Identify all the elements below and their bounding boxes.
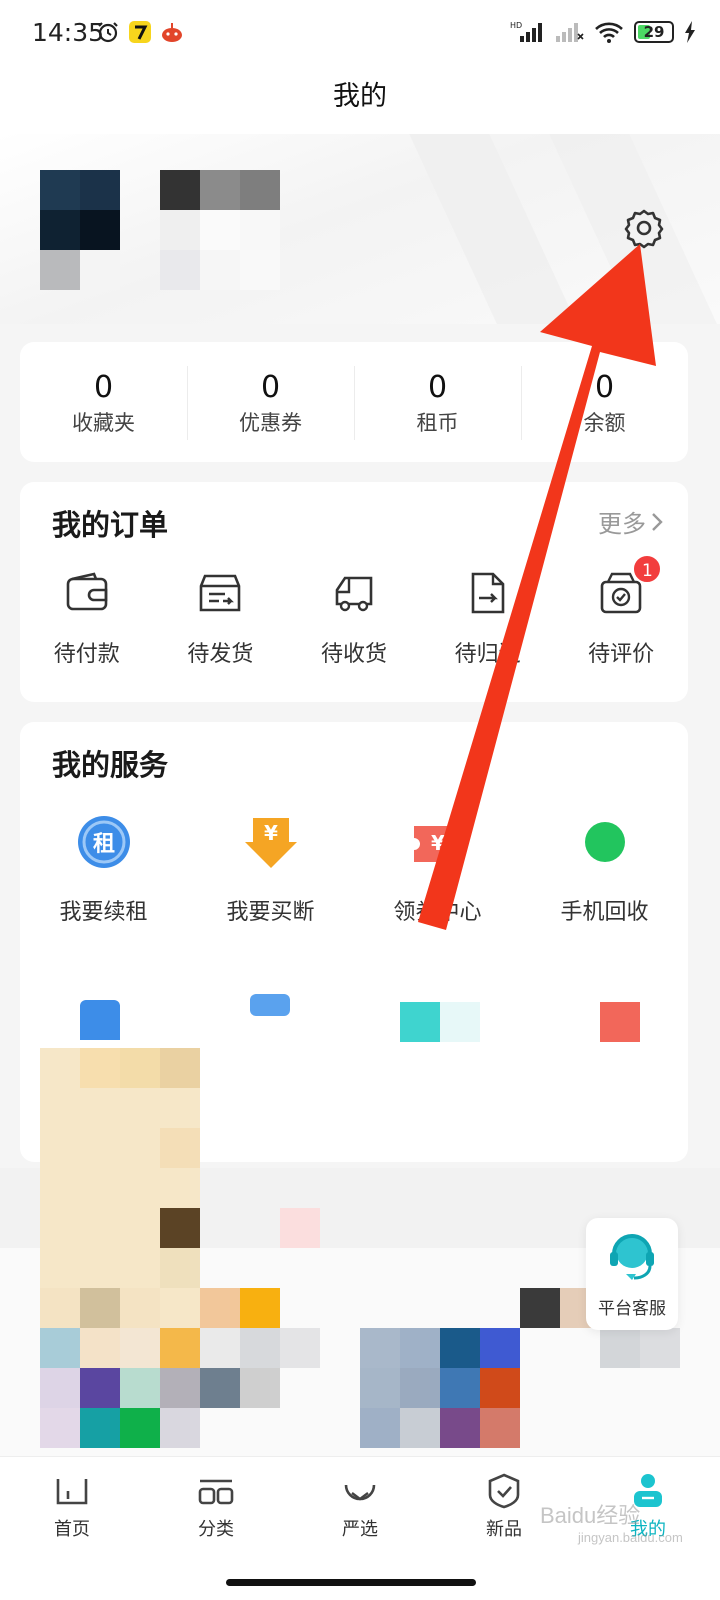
stat-label: 优惠券: [239, 411, 302, 435]
service-label: 领券中心: [393, 900, 482, 925]
buyout-icon-text: ¥: [264, 821, 278, 845]
order-pending-payment[interactable]: 待付款: [20, 570, 154, 668]
app-icon: [162, 23, 182, 42]
chevron-right-icon: [652, 512, 663, 531]
status-time: 14:35: [32, 18, 105, 47]
order-pending-receipt[interactable]: 待收货: [287, 570, 421, 668]
coupon-icon-text: ¥: [431, 831, 445, 855]
service-items: 租 我要续租 ¥ 我要买断 ¥ 领券中心 手机回收: [20, 814, 688, 926]
battery-icon: 29: [634, 21, 674, 43]
signal-icon: [556, 23, 584, 42]
category-icon: [198, 1479, 234, 1505]
order-label: 待付款: [53, 642, 120, 667]
wallet-icon: [66, 572, 108, 611]
username-blurred: [160, 170, 280, 290]
service-label: 我要续租: [59, 900, 148, 925]
service-label: 手机回收: [560, 900, 649, 925]
buyout-icon: ¥: [244, 818, 297, 868]
renew-icon-text: 租: [92, 832, 114, 857]
status-right: HD 29: [510, 20, 696, 44]
watermark-sub: jingyan.baidu.com: [578, 1530, 683, 1545]
stats-card: 0 收藏夹 0 优惠券 0 租币 0 余额: [20, 342, 688, 462]
svg-text:HD: HD: [510, 21, 522, 30]
orders-more-link[interactable]: 更多: [598, 504, 664, 539]
header-decoration: [409, 134, 717, 324]
nav-category[interactable]: 分类: [144, 1471, 288, 1541]
box-icon: [200, 574, 241, 612]
nav-select[interactable]: 严选: [288, 1471, 432, 1541]
service-phone-recycle[interactable]: 手机回收: [521, 814, 688, 926]
services-title: 我的服务: [52, 748, 169, 782]
hd-signal-icon: HD: [510, 21, 542, 42]
order-items: 待付款 待发货 待收货 待归还 1 待评价: [20, 554, 688, 668]
service-coupon-center[interactable]: ¥ 领券中心: [354, 814, 521, 926]
nav-label: 严选: [342, 1519, 378, 1540]
headset-icon: [610, 1234, 654, 1280]
customer-service-button[interactable]: 平台客服: [586, 1218, 678, 1330]
profile-header: [0, 134, 720, 324]
order-label: 待评价: [588, 642, 655, 667]
stat-value: 0: [260, 370, 281, 405]
recycle-icon: [584, 822, 625, 862]
order-label: 待发货: [187, 642, 254, 667]
stat-value: 0: [594, 370, 615, 405]
order-label: 待归还: [454, 642, 521, 667]
nav-label: 分类: [198, 1519, 234, 1540]
home-icon: [56, 1479, 88, 1505]
orders-title: 我的订单: [52, 508, 169, 542]
order-pending-review[interactable]: 1 待评价: [554, 554, 688, 668]
battery-level: 29: [643, 23, 665, 41]
stat-label: 余额: [583, 411, 626, 435]
home-indicator[interactable]: [226, 1579, 476, 1586]
stat-value: 0: [93, 370, 114, 405]
nav-home[interactable]: 首页: [0, 1471, 144, 1541]
return-doc-icon: [471, 572, 504, 614]
review-count-badge: 1: [632, 554, 663, 584]
settings-gear-icon[interactable]: [622, 206, 666, 250]
order-pending-return[interactable]: 待归还: [421, 570, 555, 668]
orders-card: 我的订单 更多 待付款 待发货 待收货 待归还 1 待评价: [20, 482, 688, 702]
status-app-icons: [96, 20, 184, 44]
avatar[interactable]: [40, 170, 120, 290]
new-product-icon: [488, 1473, 520, 1509]
page-title: 我的: [0, 66, 720, 134]
nav-label: 首页: [54, 1519, 90, 1540]
stat-rent-coins[interactable]: 0 租币: [354, 342, 521, 462]
select-icon: [344, 1484, 376, 1501]
renew-icon: 租: [77, 816, 130, 868]
customer-service-label: 平台客服: [598, 1299, 666, 1319]
status-bar: 14:35 HD 29: [0, 0, 720, 66]
service-label: 我要买断: [226, 900, 315, 925]
stat-favorites[interactable]: 0 收藏夹: [20, 342, 187, 462]
order-pending-shipment[interactable]: 待发货: [154, 570, 288, 668]
stat-coupons[interactable]: 0 优惠券: [187, 342, 354, 462]
service-renew[interactable]: 租 我要续租: [20, 814, 187, 926]
wifi-icon: [595, 22, 623, 43]
stat-label: 收藏夹: [72, 411, 135, 435]
stat-balance[interactable]: 0 余额: [521, 342, 688, 462]
truck-icon: [335, 576, 373, 612]
more-label: 更多: [598, 510, 646, 538]
alarm-icon: [98, 22, 118, 43]
order-label: 待收货: [320, 642, 387, 667]
charging-icon: [685, 21, 695, 43]
stat-label: 租币: [416, 411, 459, 435]
stat-value: 0: [427, 370, 448, 405]
coupon-icon: ¥: [413, 826, 462, 862]
watermark-text: Baidu经验: [540, 1503, 641, 1528]
app-icon: [129, 21, 151, 43]
service-buyout[interactable]: ¥ 我要买断: [187, 814, 354, 926]
